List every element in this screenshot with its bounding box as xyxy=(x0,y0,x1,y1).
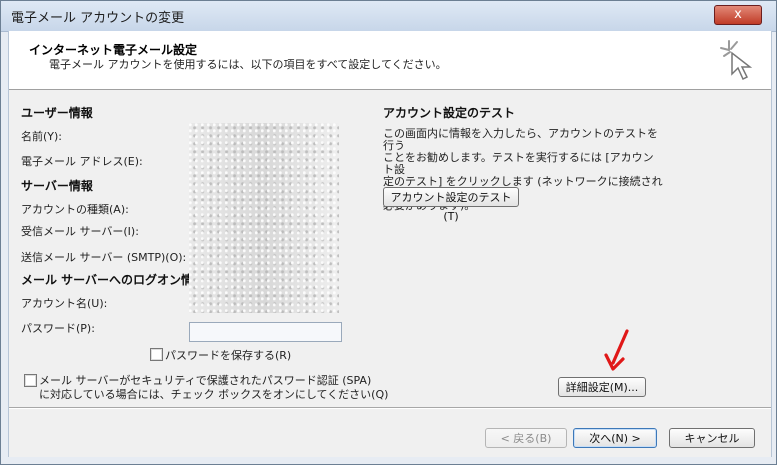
wizard-header: インターネット電子メール設定 電子メール アカウントを使用するには、以下の項目を… xyxy=(9,31,771,90)
test-account-button[interactable]: アカウント設定のテスト(T) xyxy=(383,187,519,223)
email-label: 電子メール アドレス(E): xyxy=(21,155,143,168)
cancel-button[interactable]: キャンセル xyxy=(669,428,755,448)
account-type-label: アカウントの種類(A): xyxy=(21,203,129,216)
account-name-label: アカウント名(U): xyxy=(21,297,108,310)
save-password-label: パスワードを保存する(R) xyxy=(165,349,292,362)
footer-separator-highlight xyxy=(9,408,771,409)
test-description-line1: この画面内に情報を入力したら、アカウントのテストを行う xyxy=(383,127,658,152)
spa-label-line2: に対応している場合には、チェック ボックスをオンにしてください(Q) xyxy=(39,388,389,401)
test-heading: アカウント設定のテスト xyxy=(383,106,516,120)
wizard-subtitle: 電子メール アカウントを使用するには、以下の項目をすべて設定してください。 xyxy=(49,58,447,71)
name-label: 名前(Y): xyxy=(21,130,63,143)
window-title: 電子メール アカウントの変更 xyxy=(11,11,185,26)
title-bar[interactable]: 電子メール アカウントの変更 x xyxy=(1,1,776,32)
server-info-heading: サーバー情報 xyxy=(21,179,93,193)
red-arrow-annotation-icon xyxy=(604,329,629,371)
redacted-fields-area xyxy=(189,123,339,313)
test-description-line2: ことをお勧めします。テストを実行するには [アカウント設 xyxy=(383,151,654,176)
outgoing-server-label: 送信メール サーバー (SMTP)(O): xyxy=(21,251,187,264)
password-input[interactable] xyxy=(189,322,342,342)
dialog-body: インターネット電子メール設定 電子メール アカウントを使用するには、以下の項目を… xyxy=(8,31,772,457)
next-button[interactable]: 次へ(N) > xyxy=(573,428,657,448)
cursor-sparkle-icon xyxy=(720,40,753,81)
advanced-settings-button[interactable]: 詳細設定(M)... xyxy=(558,377,646,397)
save-password-checkbox[interactable] xyxy=(150,348,163,361)
account-settings-dialog: 電子メール アカウントの変更 x インターネット電子メール設定 電子メール アカ… xyxy=(0,0,777,465)
spa-checkbox[interactable] xyxy=(24,374,37,387)
close-button[interactable]: x xyxy=(714,5,762,25)
user-info-heading: ユーザー情報 xyxy=(21,106,93,120)
password-label: パスワード(P): xyxy=(21,322,95,335)
incoming-server-label: 受信メール サーバー(I): xyxy=(21,225,139,238)
back-button[interactable]: < 戻る(B) xyxy=(485,428,567,448)
logon-info-heading: メール サーバーへのログオン情報 xyxy=(21,273,206,287)
